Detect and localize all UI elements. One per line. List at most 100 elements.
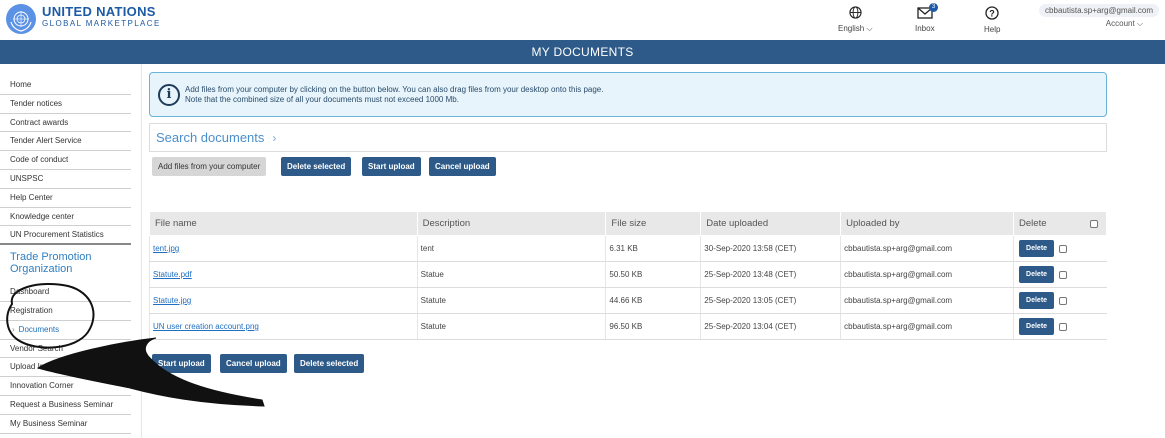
sidebar-item-un-procurement-statistics[interactable]: UN Procurement Statistics	[0, 226, 131, 246]
brand-line2: GLOBAL MARKETPLACE	[42, 19, 161, 28]
col-description: Description	[416, 211, 607, 236]
sidebar-item-documents[interactable]: › Documents	[0, 321, 131, 340]
table-row: tent.jpg tent 6.31 KB 30-Sep-2020 13:58 …	[149, 235, 1107, 262]
chevron-right-icon: ›	[12, 324, 15, 334]
file-size: 96.50 KB	[605, 313, 701, 340]
search-documents-toggle[interactable]: Search documents ›	[149, 123, 1107, 152]
delete-button[interactable]: Delete	[1019, 266, 1055, 283]
file-description: tent	[416, 235, 606, 262]
select-all-checkbox[interactable]	[1090, 220, 1098, 228]
start-upload-button[interactable]: Start upload	[362, 157, 421, 176]
file-date: 30-Sep-2020 13:58 (CET)	[700, 235, 841, 262]
row-checkbox[interactable]	[1059, 270, 1068, 279]
table-row: Statute.jpg Statute 44.66 KB 25-Sep-2020…	[149, 287, 1107, 314]
file-size: 6.31 KB	[605, 235, 701, 262]
col-file-size: File size	[605, 211, 702, 236]
row-delete-cell: Delete	[1013, 287, 1107, 314]
sidebar-item-home[interactable]: Home	[0, 76, 131, 95]
sidebar: Home Tender notices Contract awards Tend…	[0, 64, 142, 438]
help-label: Help	[984, 25, 1001, 34]
mail-icon: 3	[915, 3, 938, 22]
sidebar-item-upload-innovative[interactable]: Upload Innovative Pro	[0, 358, 131, 378]
delete-selected-button[interactable]: Delete selected	[281, 157, 352, 176]
row-checkbox[interactable]	[1059, 244, 1068, 253]
col-delete-label: Delete	[1019, 218, 1047, 229]
info-line1: Add files from your computer by clicking…	[185, 85, 604, 94]
sidebar-item-my-business-seminar[interactable]: My Business Seminar	[0, 415, 131, 434]
sidebar-item-contract-awards[interactable]: Contract awards	[0, 114, 131, 133]
row-delete-cell: Delete	[1013, 261, 1107, 288]
info-line2: Note that the combined size of all your …	[185, 95, 459, 104]
file-description: Statue	[416, 261, 606, 288]
file-description: Statute	[416, 287, 606, 314]
row-checkbox[interactable]	[1059, 296, 1068, 305]
top-header: UNITED NATIONS GLOBAL MARKETPLACE Englis…	[0, 0, 1165, 40]
sidebar-item-knowledge-center[interactable]: Knowledge center	[0, 208, 131, 227]
table-header-row: File name Description File size Date upl…	[149, 211, 1107, 236]
info-icon: i	[158, 84, 180, 106]
sidebar-item-vendor-search[interactable]: Vendor Search	[0, 340, 131, 359]
file-uploaded-by: cbbautista.sp+arg@gmail.com	[840, 313, 1014, 340]
col-date-uploaded: Date uploaded	[700, 211, 842, 236]
account-email: cbbautista.sp+arg@gmail.com	[1039, 4, 1159, 17]
sidebar-item-tender-alert-service[interactable]: Tender Alert Service	[0, 132, 131, 152]
sidebar-item-innovation-corner[interactable]: Innovation Corner	[0, 377, 131, 396]
file-date: 25-Sep-2020 13:05 (CET)	[700, 287, 841, 314]
col-uploaded-by: Uploaded by	[840, 211, 1015, 236]
help-link[interactable]: ? Help	[984, 6, 1000, 34]
sidebar-item-unspsc[interactable]: UNSPSC	[0, 170, 131, 189]
file-name-link[interactable]: tent.jpg	[149, 235, 418, 262]
brand-line1: UNITED NATIONS	[42, 4, 156, 19]
page-title: MY DOCUMENTS	[0, 40, 1165, 64]
search-documents-label: Search documents	[156, 130, 265, 145]
delete-button[interactable]: Delete	[1019, 318, 1055, 335]
file-name-link[interactable]: UN user creation account.png	[149, 313, 418, 340]
row-checkbox[interactable]	[1059, 322, 1068, 331]
inbox-link[interactable]: 3 Inbox	[915, 3, 938, 33]
language-selector[interactable]: English ⌵	[838, 6, 873, 34]
file-uploaded-by: cbbautista.sp+arg@gmail.com	[840, 235, 1014, 262]
account-label: Account ⌵	[1105, 19, 1143, 28]
file-size: 50.50 KB	[605, 261, 701, 288]
sidebar-item-dashboard[interactable]: Dashboard	[0, 283, 131, 302]
file-description: Statute	[416, 313, 606, 340]
sidebar-item-registration[interactable]: Registration	[0, 302, 131, 321]
table-row: Statute.pdf Statue 50.50 KB 25-Sep-2020 …	[149, 261, 1107, 288]
file-date: 25-Sep-2020 13:04 (CET)	[700, 313, 841, 340]
chevron-right-icon: ›	[272, 131, 277, 145]
inbox-label: Inbox	[915, 24, 935, 33]
documents-table: File name Description File size Date upl…	[149, 211, 1107, 340]
inbox-count-badge: 3	[929, 3, 938, 12]
svg-text:?: ?	[989, 9, 995, 19]
file-name-link[interactable]: Statute.pdf	[149, 261, 418, 288]
sidebar-group-title: Trade Promotion Organization	[10, 251, 92, 276]
globe-icon	[838, 6, 873, 22]
start-upload-button-bottom[interactable]: Start upload	[152, 354, 211, 373]
row-delete-cell: Delete	[1013, 313, 1107, 340]
language-label: English ⌵	[838, 24, 873, 33]
col-delete: Delete	[1013, 211, 1107, 236]
delete-button[interactable]: Delete	[1019, 240, 1055, 257]
cancel-upload-button[interactable]: Cancel upload	[429, 157, 496, 176]
question-circle-icon: ?	[984, 6, 1000, 23]
file-name-link[interactable]: Statute.jpg	[149, 287, 418, 314]
sidebar-item-documents-label: Documents	[18, 324, 60, 334]
file-size: 44.66 KB	[605, 287, 701, 314]
sidebar-item-help-center[interactable]: Help Center	[0, 189, 131, 208]
file-uploaded-by: cbbautista.sp+arg@gmail.com	[840, 261, 1014, 288]
sidebar-item-code-of-conduct[interactable]: Code of conduct	[0, 151, 131, 170]
sidebar-item-tender-notices[interactable]: Tender notices	[0, 95, 131, 114]
info-box: i Add files from your computer by clicki…	[149, 72, 1107, 117]
sidebar-item-request-business-seminar[interactable]: Request a Business Seminar	[0, 396, 131, 415]
row-delete-cell: Delete	[1013, 235, 1107, 262]
info-text: Add files from your computer by clicking…	[185, 85, 603, 105]
add-files-button[interactable]: Add files from your computer	[152, 157, 267, 176]
un-emblem-logo[interactable]	[6, 4, 36, 34]
col-file-name: File name	[149, 211, 418, 236]
account-menu[interactable]: cbbautista.sp+arg@gmail.com Account ⌵	[1039, 4, 1159, 29]
delete-selected-button-bottom[interactable]: Delete selected	[294, 354, 365, 373]
cancel-upload-button-bottom[interactable]: Cancel upload	[220, 354, 287, 373]
file-date: 25-Sep-2020 13:48 (CET)	[700, 261, 841, 288]
brand-name[interactable]: UNITED NATIONS GLOBAL MARKETPLACE	[42, 5, 161, 29]
delete-button[interactable]: Delete	[1019, 292, 1055, 309]
